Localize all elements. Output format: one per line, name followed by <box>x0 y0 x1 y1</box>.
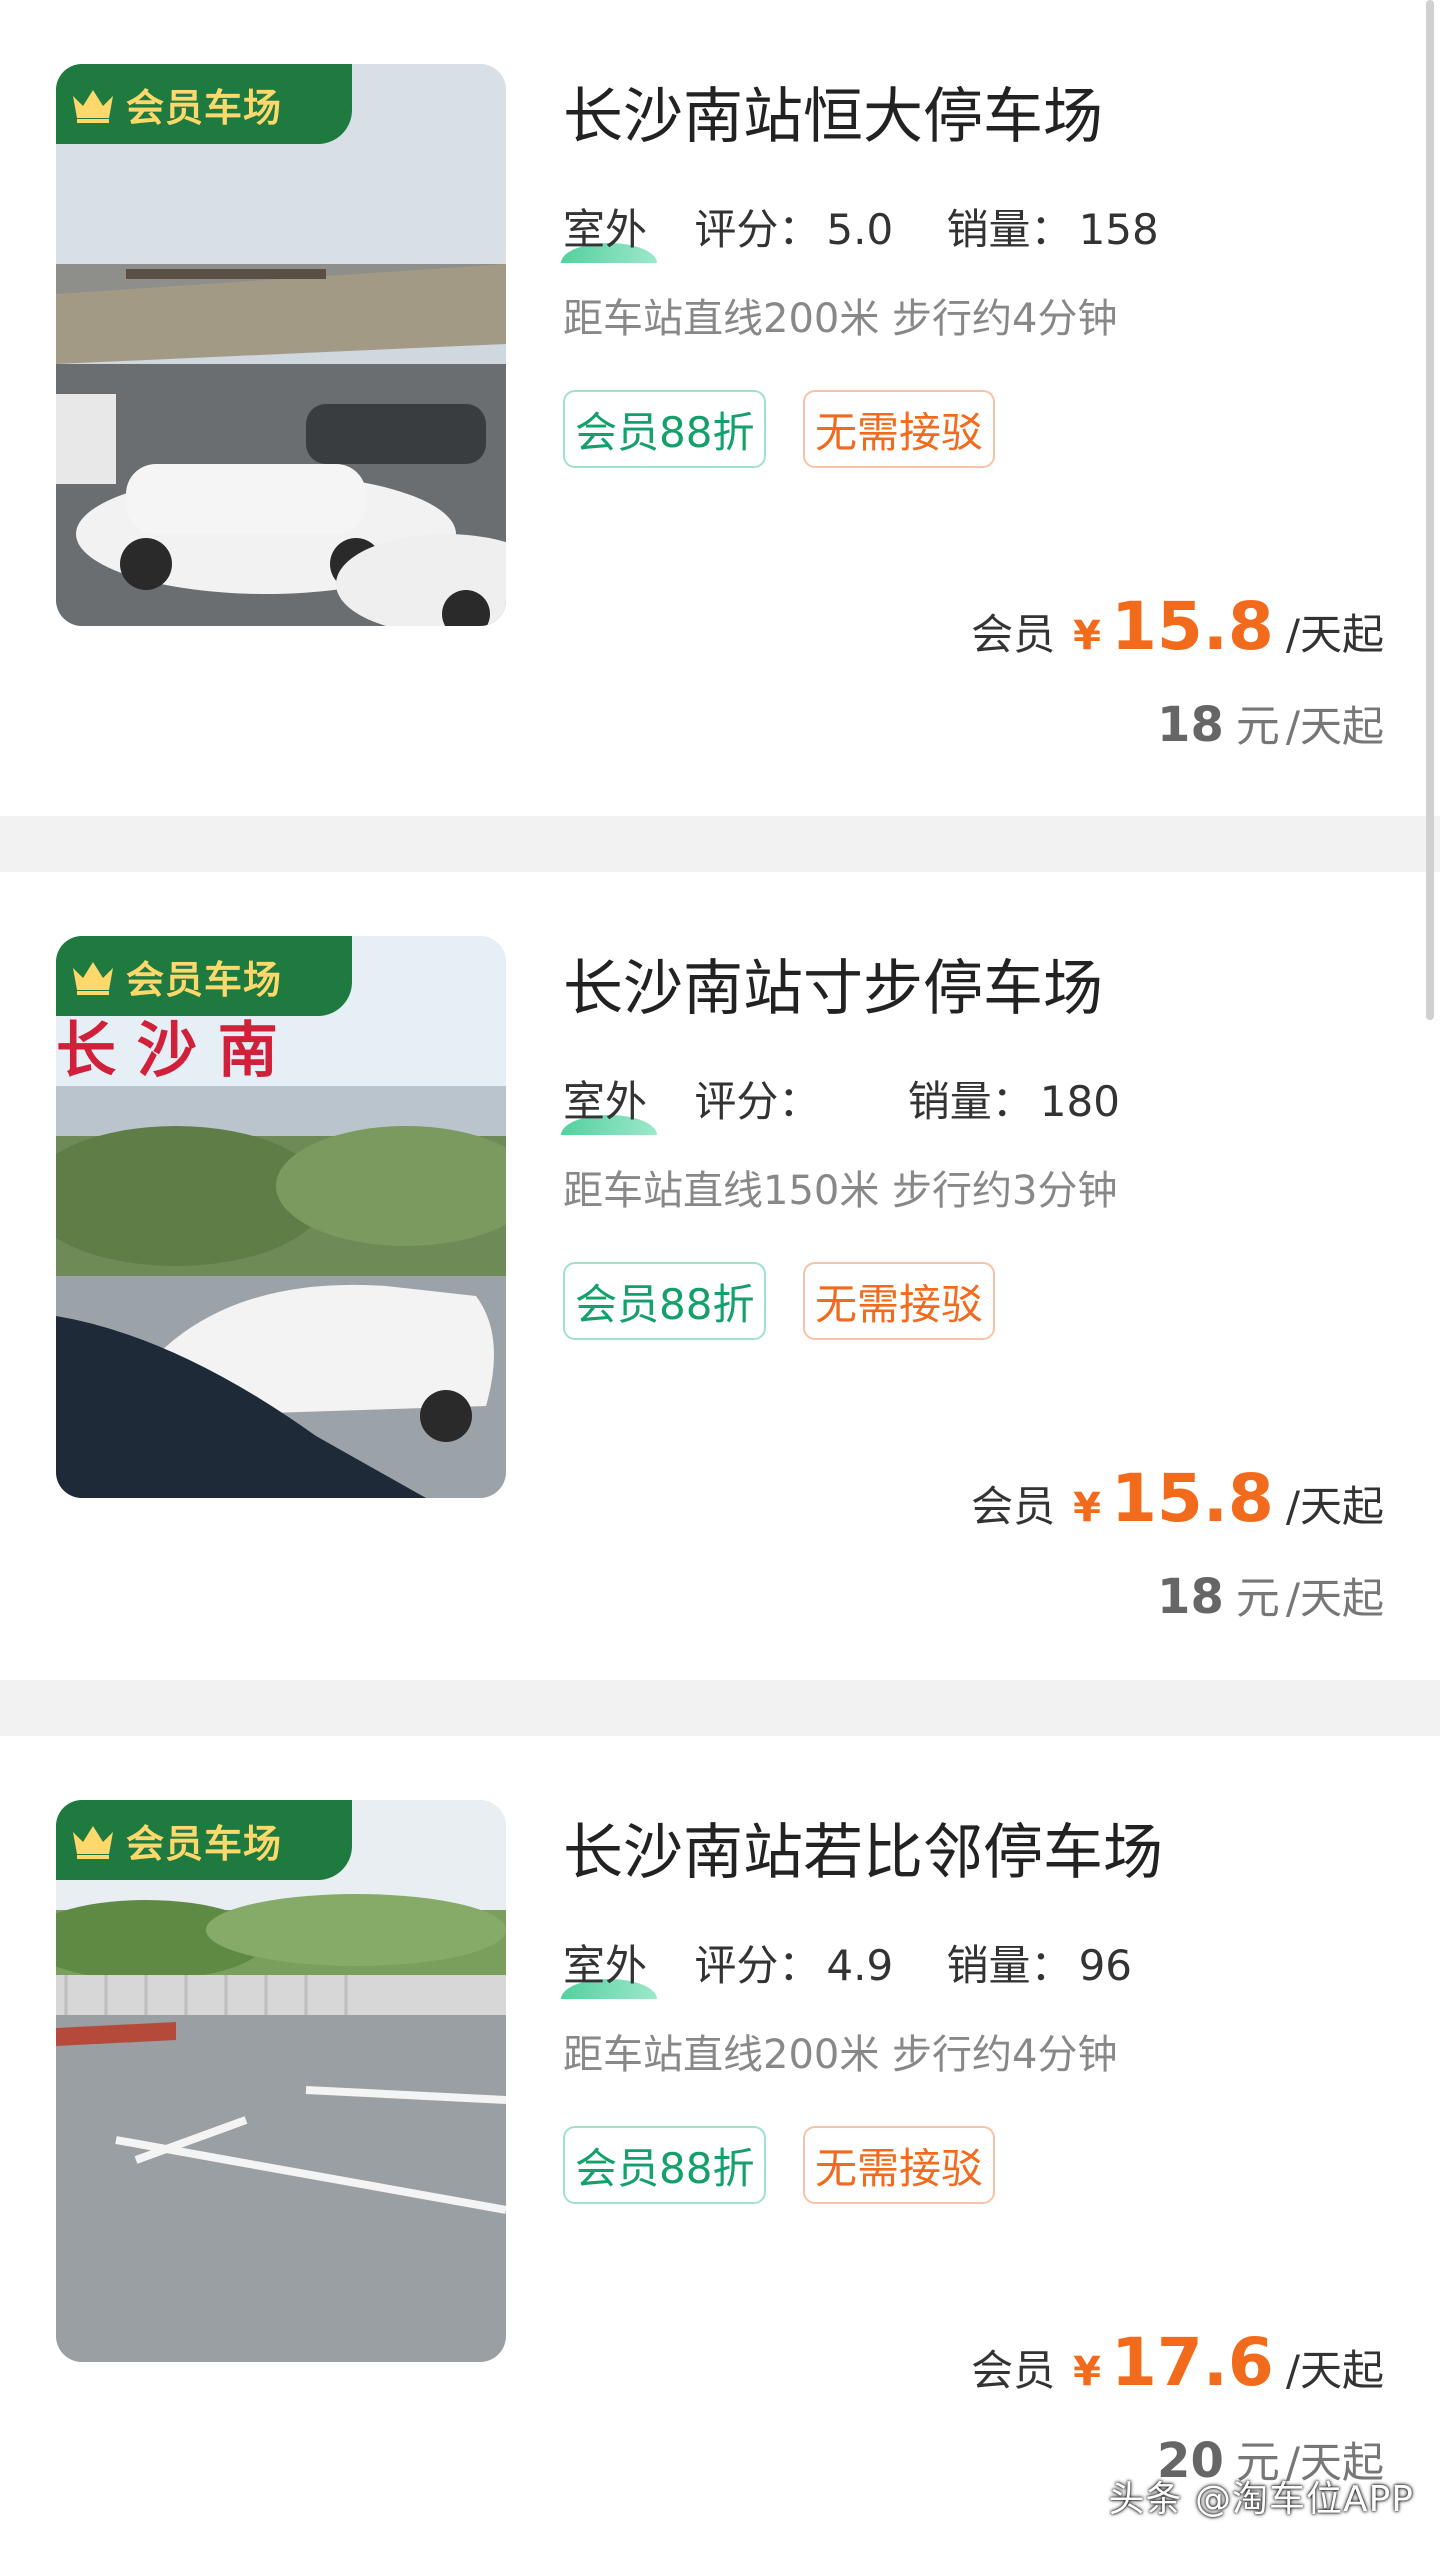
member-price-value: 17.6 <box>1111 2324 1274 2401</box>
parking-card[interactable]: 会员车场 长沙南站若比邻停车场 室外 评分： 4.9 销量： 96 距车站直线200… <box>0 1736 1440 2551</box>
empty-lot-photo <box>56 1800 506 2362</box>
parking-card[interactable]: 长 沙 南 会员车场 长沙南站寸步停车场 室外 评分： 销量： 180 距车站直线… <box>0 872 1440 1680</box>
price-unit: /天起 <box>1285 2346 1384 2395</box>
member-discount-tag: 会员88折 <box>563 390 767 468</box>
sales-label: 销量： <box>946 1941 1073 1990</box>
crown-icon <box>70 956 116 996</box>
distance-text: 距车站直线200米 步行约4分钟 <box>563 2032 1118 2078</box>
parking-title: 长沙南站若比邻停车场 <box>563 1818 1163 1888</box>
currency-symbol: ¥ <box>1073 2349 1101 2395</box>
member-price: 会员 ¥ 15.8 /天起 <box>971 588 1384 665</box>
distance-text: 距车站直线200米 步行约4分钟 <box>563 296 1118 342</box>
member-lot-badge: 会员车场 <box>56 1800 352 1880</box>
no-shuttle-tag: 无需接驳 <box>803 390 996 468</box>
rating-label: 评分： <box>694 1941 821 1990</box>
no-shuttle-tag: 无需接驳 <box>803 2126 996 2204</box>
original-price-currency: 元 <box>1235 701 1280 752</box>
card-divider <box>0 816 1440 872</box>
price-unit: /天起 <box>1285 1482 1384 1531</box>
member-price-value: 15.8 <box>1111 1460 1274 1537</box>
badge-label: 会员车场 <box>126 85 283 130</box>
sales-value: 180 <box>1039 1077 1120 1126</box>
parking-meta: 室外 评分： 5.0 销量： 158 <box>561 196 1199 263</box>
scrollbar[interactable] <box>1426 0 1434 1020</box>
original-price-value: 18 <box>1157 697 1224 753</box>
member-discount-tag: 会员88折 <box>563 1262 767 1340</box>
rating-value: 5.0 <box>826 205 894 254</box>
member-discount-tag: 会员88折 <box>563 2126 767 2204</box>
member-price-label: 会员 <box>971 2346 1056 2395</box>
member-price: 会员 ¥ 17.6 /天起 <box>971 2324 1384 2401</box>
parking-photo: 会员车场 <box>56 1800 506 2362</box>
outdoor-label: 室外 <box>561 1068 657 1135</box>
outdoor-label: 室外 <box>561 196 657 263</box>
original-price-currency: 元 <box>1235 1573 1280 1624</box>
outdoor-label: 室外 <box>561 1932 657 1999</box>
rating-value: 4.9 <box>826 1941 894 1990</box>
crown-icon <box>70 84 116 124</box>
original-price: 18 元 /天起 <box>1157 690 1384 754</box>
badge-label: 会员车场 <box>126 957 283 1002</box>
original-price-unit: /天起 <box>1285 1574 1384 1623</box>
card-divider <box>0 1680 1440 1736</box>
member-price-value: 15.8 <box>1111 588 1274 665</box>
sales-label: 销量： <box>946 205 1073 254</box>
member-lot-badge: 会员车场 <box>56 64 352 144</box>
sales-value: 96 <box>1078 1941 1133 1990</box>
parking-photo: 长 沙 南 会员车场 <box>56 936 506 1498</box>
sales-value: 158 <box>1078 205 1159 254</box>
member-price-label: 会员 <box>971 610 1056 659</box>
parking-meta: 室外 评分： 4.9 销量： 96 <box>561 1932 1172 1999</box>
no-shuttle-tag: 无需接驳 <box>803 1262 996 1340</box>
crown-icon <box>70 1820 116 1860</box>
watermark: 头条 @淘车位APP <box>1108 2479 1414 2520</box>
price-unit: /天起 <box>1285 610 1384 659</box>
member-price-label: 会员 <box>971 1482 1056 1531</box>
parking-photo: 会员车场 <box>56 64 506 626</box>
distance-text: 距车站直线150米 步行约3分钟 <box>563 1168 1118 1214</box>
currency-symbol: ¥ <box>1073 613 1101 659</box>
sales-label: 销量： <box>907 1077 1034 1126</box>
member-price: 会员 ¥ 15.8 /天起 <box>971 1460 1384 1537</box>
badge-label: 会员车场 <box>126 1821 283 1866</box>
original-price-value: 18 <box>1157 1569 1224 1625</box>
station-sign-photo: 长 沙 南 <box>56 936 506 1498</box>
parking-meta: 室外 评分： 销量： 180 <box>561 1068 1160 1135</box>
rating-label: 评分： <box>694 1077 821 1126</box>
parking-card[interactable]: 会员车场 长沙南站恒大停车场 室外 评分： 5.0 销量： 158 距车站直线200… <box>0 0 1440 816</box>
original-price: 18 元 /天起 <box>1157 1562 1384 1626</box>
currency-symbol: ¥ <box>1073 1485 1101 1531</box>
parking-title: 长沙南站寸步停车场 <box>563 954 1103 1024</box>
station-sign-text: 长 沙 南 <box>56 1016 278 1086</box>
member-lot-badge: 会员车场 <box>56 936 352 1016</box>
original-price-unit: /天起 <box>1285 702 1384 751</box>
parking-lot-photo <box>56 64 506 626</box>
parking-title: 长沙南站恒大停车场 <box>563 82 1103 152</box>
rating-label: 评分： <box>694 205 821 254</box>
